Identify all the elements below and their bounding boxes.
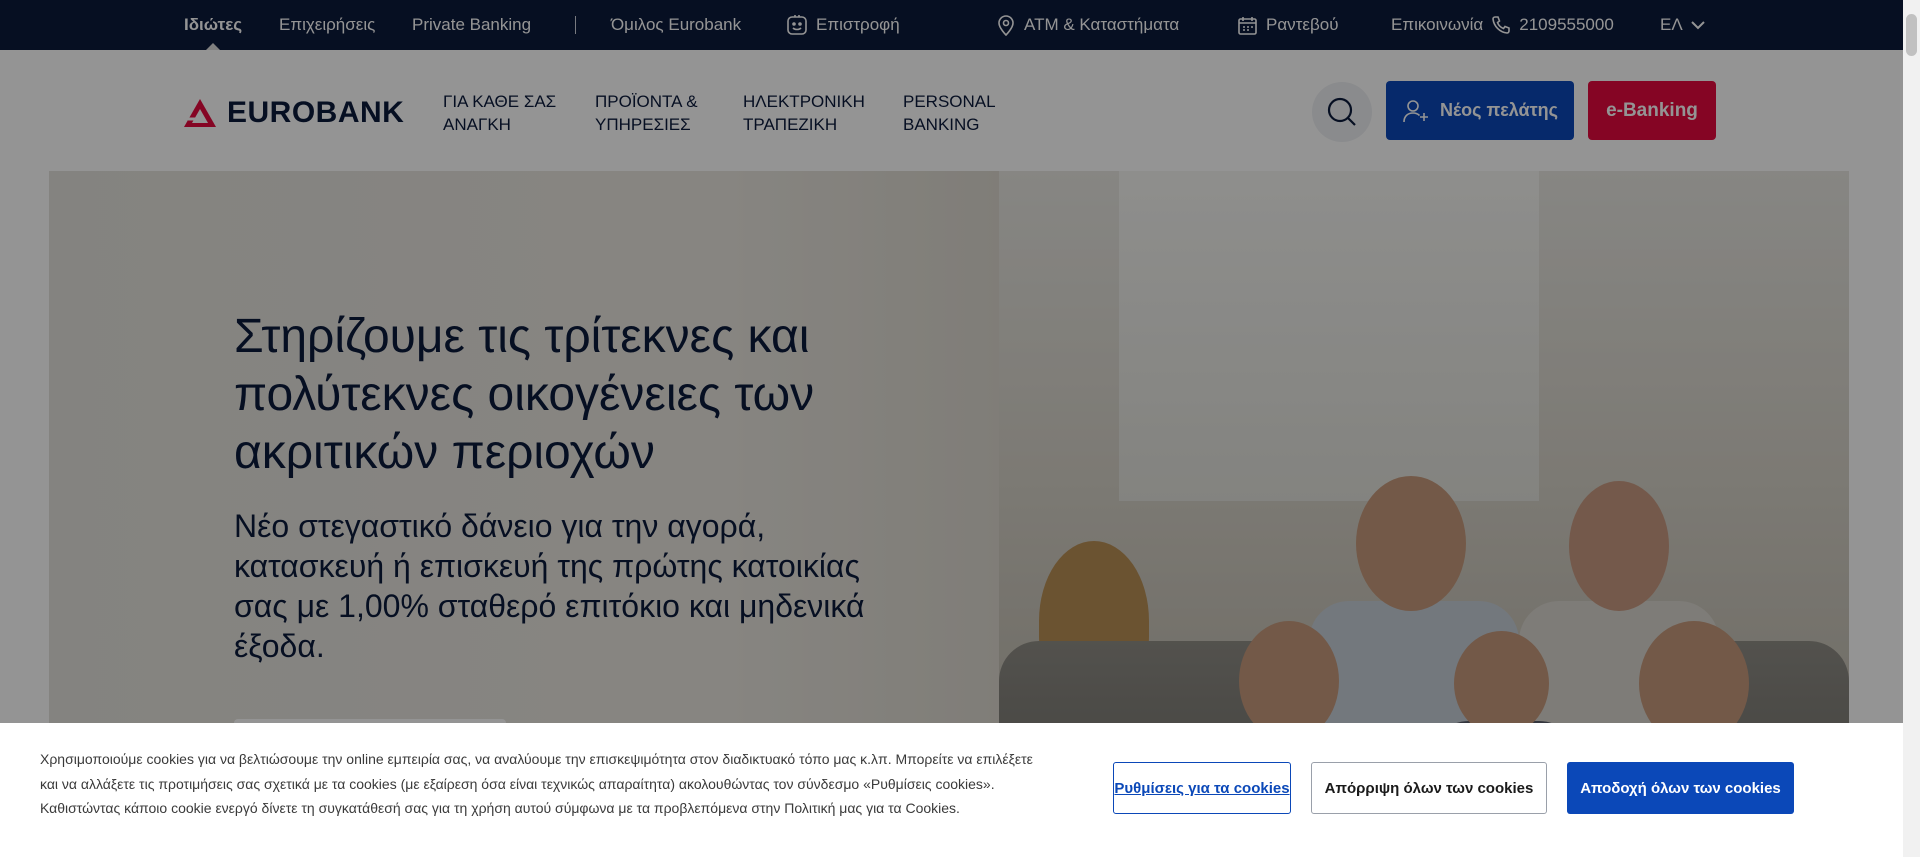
cookie-notice-text: Χρησιμοποιούμε cookies για να βελτιώσουμ… (40, 751, 1033, 816)
cookie-banner: Χρησιμοποιούμε cookies για να βελτιώσουμ… (0, 723, 1903, 857)
cookie-settings-button[interactable]: Ρυθμίσεις για τα cookies (1113, 762, 1291, 814)
scrollbar-thumb[interactable] (1906, 14, 1917, 56)
vertical-scrollbar[interactable] (1903, 0, 1920, 857)
reject-all-cookies-button[interactable]: Απόρριψη όλων των cookies (1311, 762, 1547, 814)
accept-all-cookies-button[interactable]: Αποδοχή όλων των cookies (1567, 762, 1794, 814)
